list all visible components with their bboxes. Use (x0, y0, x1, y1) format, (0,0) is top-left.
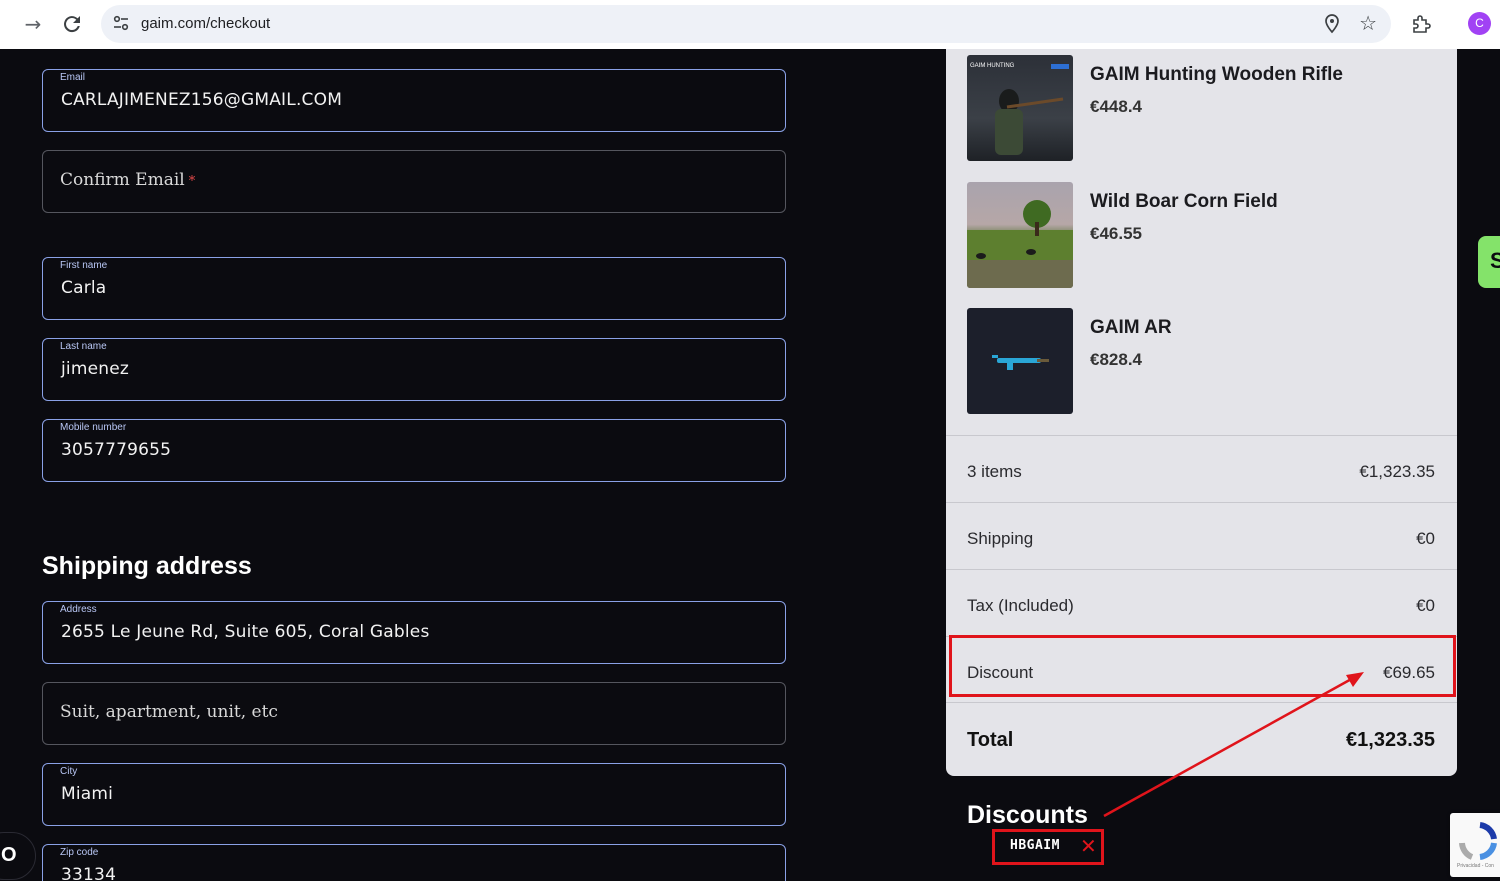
recaptcha-icon (1459, 822, 1497, 860)
product-thumbnail-rifle[interactable]: GAIM HUNTING (967, 55, 1073, 161)
site-settings-icon[interactable] (112, 14, 130, 32)
product-price: €46.55 (1090, 224, 1142, 243)
reload-icon[interactable] (60, 12, 84, 36)
address-line2-placeholder: Suit, apartment, unit, etc (60, 702, 278, 722)
recaptcha-badge[interactable]: Privacidad - Con (1450, 813, 1500, 877)
mobile-number-value: 3057779655 (61, 440, 172, 460)
extensions-icon[interactable] (1411, 13, 1433, 35)
first-name-field[interactable]: First name Carla (42, 257, 786, 320)
zip-code-field[interactable]: Zip code 33134 (42, 844, 786, 881)
discount-code: HBGAIM (1010, 838, 1060, 853)
items-count-label: 3 items (967, 462, 1022, 481)
discount-code-chip: HBGAIM ✕ (992, 829, 1104, 865)
product-thumbnail-boar-field[interactable] (967, 182, 1073, 288)
cart-item: GAIM AR €828.4 (967, 308, 1437, 414)
address-value: 2655 Le Jeune Rd, Suite 605, Coral Gable… (61, 622, 430, 642)
discounts-heading: Discounts (967, 801, 1088, 829)
recaptcha-text: Privacidad - Con (1457, 863, 1494, 869)
profile-avatar[interactable]: C (1468, 12, 1491, 35)
address-field[interactable]: Address 2655 Le Jeune Rd, Suite 605, Cor… (42, 601, 786, 664)
address-line2-field[interactable]: Suit, apartment, unit, etc (42, 682, 786, 745)
mobile-number-field[interactable]: Mobile number 3057779655 (42, 419, 786, 482)
city-field[interactable]: City Miami (42, 763, 786, 826)
shipping-row: Shipping €0 (946, 502, 1457, 569)
remove-code-icon[interactable]: ✕ (1080, 836, 1097, 856)
tax-value: €0 (1416, 596, 1435, 615)
chat-widget-glyph: O (1, 844, 17, 866)
browser-toolbar: → gaim.com/checkout ☆ C (0, 0, 1500, 49)
product-price: €448.4 (1090, 97, 1142, 116)
total-label: Total (967, 729, 1014, 751)
side-widget-tab[interactable]: S (1478, 236, 1500, 288)
last-name-value: jimenez (61, 359, 130, 379)
cart-item: Wild Boar Corn Field €46.55 (967, 182, 1437, 288)
city-value: Miami (61, 784, 114, 804)
last-name-field[interactable]: Last name jimenez (42, 338, 786, 401)
address-label: Address (60, 604, 97, 615)
first-name-label: First name (60, 260, 108, 271)
product-name[interactable]: Wild Boar Corn Field (1090, 191, 1278, 213)
forward-icon[interactable]: → (21, 12, 45, 36)
city-label: City (60, 766, 78, 777)
required-mark: * (188, 174, 196, 189)
tax-row: Tax (Included) €0 (946, 569, 1457, 636)
chat-widget-button[interactable]: O (0, 832, 36, 880)
last-name-label: Last name (60, 341, 107, 352)
product-price: €828.4 (1090, 350, 1142, 369)
annotation-arrow (1103, 672, 1364, 818)
first-name-value: Carla (61, 278, 107, 298)
mobile-number-label: Mobile number (60, 422, 127, 433)
product-thumbnail-ar[interactable] (967, 308, 1073, 414)
email-value: CARLAJIMENEZ156@GMAIL.COM (61, 90, 343, 110)
address-bar[interactable]: gaim.com/checkout ☆ (101, 5, 1391, 43)
zip-code-value: 33134 (61, 865, 117, 881)
shipping-label: Shipping (967, 529, 1034, 548)
items-subtotal-row: 3 items €1,323.35 (946, 435, 1457, 502)
email-label: Email (60, 72, 86, 83)
side-widget-glyph: S (1490, 248, 1500, 273)
bookmark-star-icon[interactable]: ☆ (1359, 11, 1377, 35)
tax-label: Tax (Included) (967, 596, 1074, 615)
shipping-address-heading: Shipping address (42, 552, 252, 580)
confirm-email-placeholder-text: Confirm Email (60, 170, 185, 190)
product-name[interactable]: GAIM Hunting Wooden Rifle (1090, 64, 1343, 86)
items-subtotal-value: €1,323.35 (1359, 462, 1435, 481)
zip-code-label: Zip code (60, 847, 99, 858)
url-text: gaim.com/checkout (141, 15, 271, 32)
confirm-email-placeholder: Confirm Email * (60, 170, 195, 190)
email-field[interactable]: Email CARLAJIMENEZ156@GMAIL.COM (42, 69, 786, 132)
product-name[interactable]: GAIM AR (1090, 317, 1172, 339)
location-icon[interactable] (1323, 14, 1341, 34)
confirm-email-field[interactable]: Confirm Email * (42, 150, 786, 213)
cart-item: GAIM HUNTING GAIM Hunting Wooden Rifle €… (967, 55, 1437, 161)
shipping-value: €0 (1416, 529, 1435, 548)
